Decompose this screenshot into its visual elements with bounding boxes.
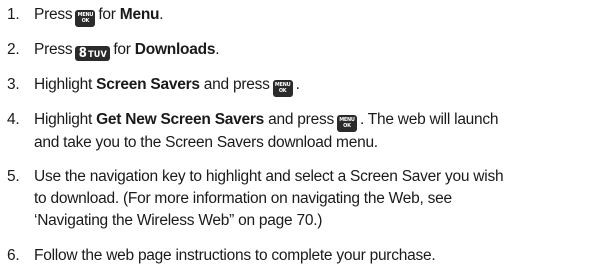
menu-label: Menu <box>119 6 160 23</box>
step-text: Use the navigation key to highlight and … <box>34 168 504 229</box>
menu-ok-key-icon: MENU OK <box>75 10 96 27</box>
eight-tuv-key-icon: 8TUV <box>75 46 111 61</box>
step-number: 4. <box>7 111 20 128</box>
step-number: 2. <box>7 41 20 58</box>
downloads-label: Downloads <box>134 41 216 58</box>
screen-savers-label: Screen Savers <box>96 76 200 93</box>
step-text: Follow the web page instructions to comp… <box>34 247 436 264</box>
instruction-steps-list: 1. Press MENU OK for Menu. 2. Press 8TUV for … <box>0 0 594 268</box>
step-text: Highlight Get New Screen Savers and pres… <box>34 111 499 151</box>
menu-ok-key-icon: MENU OK <box>336 115 357 132</box>
step-text: Press 8TUV for Downloads. <box>34 41 220 61</box>
step-number: 3. <box>7 76 20 93</box>
step-number: 5. <box>7 168 20 185</box>
step-number: 1. <box>7 6 20 23</box>
step-number: 6. <box>7 247 20 264</box>
menu-ok-key-icon: MENU OK <box>272 80 293 97</box>
get-new-screen-savers-label: Get New Screen Savers <box>96 111 265 128</box>
step-text: Press MENU OK for Menu. <box>34 4 588 27</box>
step-text: Highlight Screen Savers and press MENU OK. <box>34 74 588 97</box>
